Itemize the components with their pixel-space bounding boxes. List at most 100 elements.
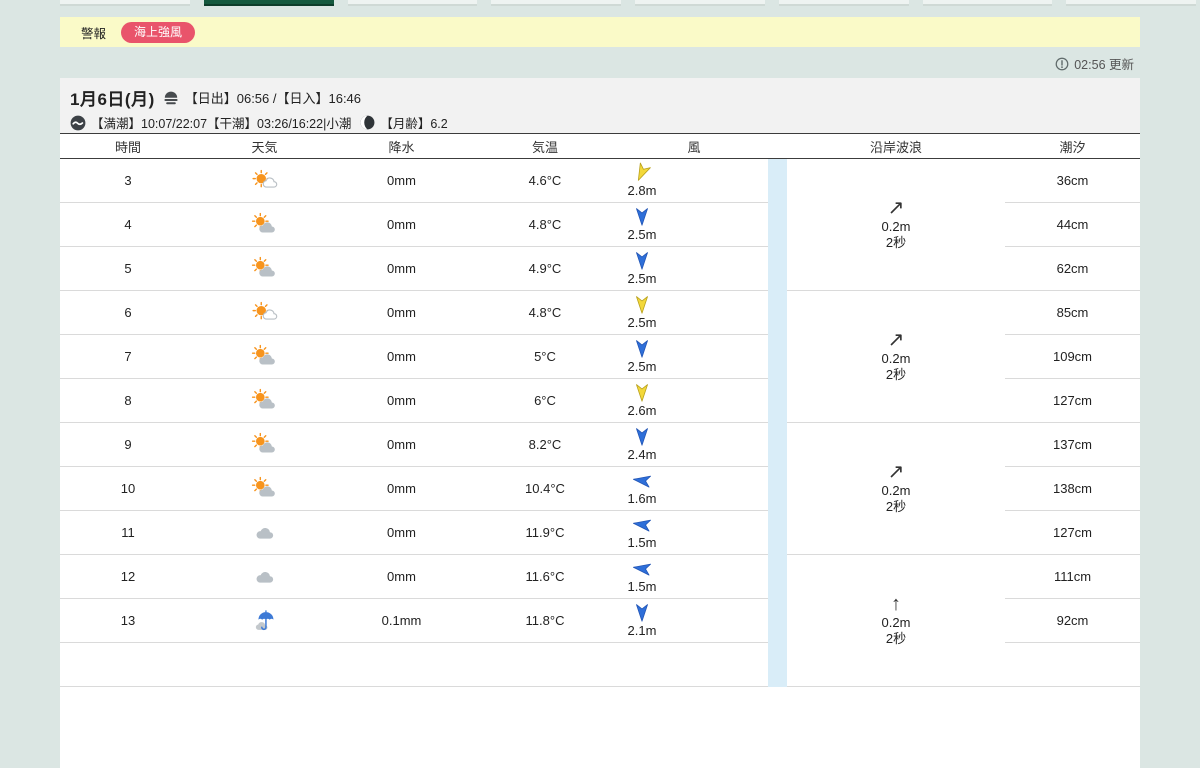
coastal-wave-group-cell: ↗ 0.2m 2秒 (787, 423, 1005, 555)
forecast-card: 1月6日(月) 【日出】06:56 /【日入】16:46 【満潮】10:07/2… (60, 78, 1140, 768)
tide-cell: 62cm (1005, 247, 1140, 291)
rain-icon (250, 608, 280, 633)
wind-speed-label: 2.4m (627, 447, 657, 462)
alert-badge-sea-gale[interactable]: 海上強風 (121, 21, 196, 43)
update-info-icon (1055, 57, 1069, 71)
time-cell: 7 (60, 335, 196, 379)
top-tab[interactable] (778, 0, 909, 6)
wind-direction-arrow-icon (632, 559, 652, 578)
wind-direction-arrow-icon (634, 427, 650, 446)
alert-bar: 警報 海上強風 (60, 17, 1140, 47)
wind-cell: 2.5m (620, 291, 768, 335)
wind-speed-label: 2.5m (627, 227, 657, 242)
tide-cell: 137cm (1005, 423, 1140, 467)
time-cell: 9 (60, 423, 196, 467)
sunny-then-cloudy-icon (250, 168, 280, 193)
wave-height-label: 0.2m (881, 482, 911, 498)
wave-period-label: 2秒 (885, 235, 907, 250)
column-header-spacer (768, 133, 787, 159)
top-tab-active[interactable] (203, 0, 334, 6)
time-cell: 3 (60, 159, 196, 203)
top-tab[interactable] (922, 0, 1053, 6)
wind-cell: 1.6m (620, 467, 768, 511)
coastal-wave-group-cell: ↑ 0.2m 2秒 (787, 555, 1005, 687)
wave-height-label: 0.2m (881, 218, 911, 234)
wave-height-label: 0.2m (881, 350, 911, 366)
wind-cell: 2.5m (620, 247, 768, 291)
wind-direction-arrow-icon (634, 339, 650, 358)
time-cell: 11 (60, 511, 196, 555)
precip-cell: 0mm (333, 203, 470, 247)
weather-cell (196, 467, 333, 511)
column-header: 潮汐 (1005, 133, 1140, 159)
precip-cell: 0mm (333, 159, 470, 203)
wind-cell: 2.4m (620, 423, 768, 467)
tide-cell: 138cm (1005, 467, 1140, 511)
weather-cell (196, 335, 333, 379)
wave-direction-arrow-icon: ↑ (891, 592, 901, 615)
top-tab[interactable] (491, 0, 621, 6)
partly-cloudy-icon (250, 212, 280, 237)
wave-period-label: 2秒 (885, 499, 907, 514)
top-tab[interactable] (1066, 0, 1196, 6)
wind-cell: 1.5m (620, 511, 768, 555)
alert-label: 警報 (81, 26, 107, 41)
wind-cell: 1.5m (620, 555, 768, 599)
wind-cell: 2.5m (620, 335, 768, 379)
weather-cell (196, 379, 333, 423)
wave-direction-arrow-icon: ↗ (887, 328, 905, 351)
tide-cell: 109cm (1005, 335, 1140, 379)
tide-cell: 92cm (1005, 599, 1140, 643)
temp-cell: 10.4°C (470, 467, 620, 511)
tide-wave-icon (70, 115, 86, 131)
wind-cell: 2.8m (620, 159, 768, 203)
precip-cell: 0mm (333, 291, 470, 335)
partly-cloudy-icon (250, 476, 280, 501)
top-tab[interactable] (635, 0, 765, 6)
wind-speed-label: 1.5m (627, 535, 657, 550)
coastal-wave-group-cell: ↗ 0.2m 2秒 (787, 291, 1005, 423)
partly-cloudy-icon (250, 256, 280, 281)
wind-direction-arrow-icon (634, 251, 650, 270)
temp-cell: 4.9°C (470, 247, 620, 291)
top-tab[interactable] (347, 0, 478, 6)
time-cell: 12 (60, 555, 196, 599)
weather-cell (196, 555, 333, 599)
weather-cell (196, 203, 333, 247)
top-tab[interactable] (60, 0, 190, 6)
sunrise-sunset-text: 【日出】06:56 /【日入】16:46 (184, 91, 362, 106)
precip-cell: 0mm (333, 423, 470, 467)
tide-cell: 85cm (1005, 291, 1140, 335)
weather-cell (196, 159, 333, 203)
tide-cell: 111cm (1005, 555, 1140, 599)
wind-direction-arrow-icon (634, 603, 650, 622)
sunrise-icon (163, 90, 179, 106)
time-cell: 6 (60, 291, 196, 335)
temp-cell: 11.9°C (470, 511, 620, 555)
tide-cell: 127cm (1005, 379, 1140, 423)
tide-cell: 36cm (1005, 159, 1140, 203)
weather-cell (196, 247, 333, 291)
cloudy-icon (250, 520, 280, 545)
wind-cell: 2.1m (620, 599, 768, 643)
top-tab-strip (60, 0, 1196, 6)
weather-cell (196, 599, 333, 643)
partly-cloudy-icon (250, 344, 280, 369)
tide-cell: 44cm (1005, 203, 1140, 247)
precip-cell: 0mm (333, 335, 470, 379)
time-cell: 13 (60, 599, 196, 643)
temp-cell: 5°C (470, 335, 620, 379)
precip-cell: 0mm (333, 247, 470, 291)
wind-wave-separator-band (768, 159, 787, 687)
column-header: 気温 (470, 133, 620, 159)
wind-direction-arrow-icon (634, 162, 651, 182)
precip-cell: 0mm (333, 555, 470, 599)
temp-cell: 4.6°C (470, 159, 620, 203)
wind-speed-label: 1.5m (627, 579, 657, 594)
weather-cell (196, 511, 333, 555)
wave-height-label: 0.2m (881, 614, 911, 630)
wind-speed-label: 2.5m (627, 315, 657, 330)
time-cell: 5 (60, 247, 196, 291)
wind-direction-arrow-icon (634, 383, 650, 402)
wave-period-label: 2秒 (885, 631, 907, 646)
